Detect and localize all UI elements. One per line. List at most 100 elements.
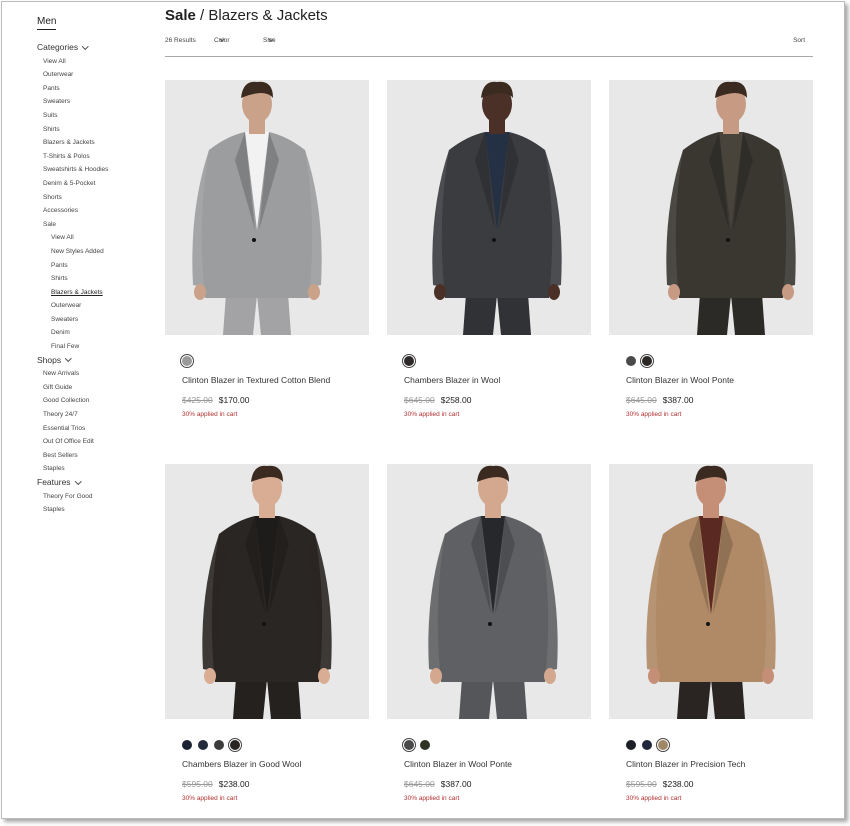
page-title: Sale / Blazers & Jackets [165,7,328,24]
product-card[interactable]: Chambers Blazer in Good Wool $595.00 $238.… [165,464,369,804]
features-toggle[interactable]: Features [37,476,157,490]
model-left-hand [204,668,216,684]
product-name[interactable]: Clinton Blazer in Precision Tech [626,759,745,769]
shop-link[interactable]: Essential Trios [37,422,157,436]
color-swatch[interactable] [227,737,243,753]
color-swatch[interactable] [401,353,417,369]
sale-category-link[interactable]: New Styles Added [37,245,157,259]
sale-category-link[interactable]: Sweaters [37,313,157,327]
color-swatch[interactable] [639,353,655,369]
sale-price: $170.00 [218,395,250,405]
category-link[interactable]: Shorts [37,191,157,205]
product-photo[interactable] [387,464,591,719]
sale-category-link[interactable]: Denim [37,326,157,340]
sidebar-heading[interactable]: Men [37,16,57,30]
color-swatch[interactable] [182,740,192,750]
color-swatch[interactable] [626,740,636,750]
product-image [387,80,591,335]
model-left-hand [668,284,680,300]
color-swatch[interactable] [642,740,652,750]
feature-link[interactable]: Staples [37,503,157,517]
categories-toggle[interactable]: Categories [37,41,157,55]
product-photo[interactable] [609,80,813,335]
sort-button[interactable]: Sort [793,37,805,44]
sale-category-link[interactable]: Outerwear [37,299,157,313]
sale-category-link[interactable]: View All [37,231,157,245]
product-image [165,80,369,335]
product-card[interactable]: Clinton Blazer in Textured Cotton Blend $… [165,80,369,420]
product-prices: $645.00 $258.00 [404,395,471,405]
category-link[interactable]: Denim & 5-Pocket [37,177,157,191]
shop-link[interactable]: Staples [37,462,157,476]
sidebar-nav: Men Categories View All Outerwear Pants Swe… [37,11,157,517]
color-swatch[interactable] [420,740,430,750]
model-left-hand [194,284,206,300]
color-swatch[interactable] [198,740,208,750]
product-card[interactable]: Clinton Blazer in Wool Ponte $645.00 $387.… [387,464,591,804]
model-jacket-button [252,238,256,242]
category-link[interactable]: Sweaters [37,95,157,109]
color-swatches [401,353,417,369]
sale-category-link[interactable]: Final Few [37,340,157,354]
product-name[interactable]: Clinton Blazer in Wool Ponte [404,759,512,769]
sale-category-link[interactable]: Blazers & Jackets [37,286,157,300]
color-swatch[interactable] [214,740,224,750]
color-swatch[interactable] [626,356,636,366]
shop-link[interactable]: Good Collection [37,394,157,408]
model-right-hand [762,668,774,684]
category-link[interactable]: Sweatshirts & Hoodies [37,163,157,177]
model-jacket-button [726,238,730,242]
product-card[interactable]: Clinton Blazer in Precision Tech $595.00 $… [609,464,813,804]
product-photo[interactable] [609,464,813,719]
original-price: $645.00 [404,779,435,789]
color-swatch[interactable] [401,737,417,753]
product-photo[interactable] [387,80,591,335]
category-link[interactable]: Sale [37,218,157,232]
feature-link[interactable]: Theory For Good [37,490,157,504]
product-name[interactable]: Chambers Blazer in Wool [404,375,500,385]
color-swatch[interactable] [179,353,195,369]
model-right-hand [782,284,794,300]
product-image [609,80,813,335]
product-card[interactable]: Chambers Blazer in Wool $645.00 $258.00 30%… [387,80,591,420]
shop-link[interactable]: Best Sellers [37,449,157,463]
color-swatch[interactable] [655,737,671,753]
header-divider [165,56,813,57]
color-swatches [626,737,671,753]
shop-link[interactable]: New Arrivals [37,367,157,381]
category-link[interactable]: Outerwear [37,68,157,82]
model-jacket-button [488,622,492,626]
shops-toggle[interactable]: Shops [37,354,157,368]
categories-label: Categories [37,42,79,52]
product-name[interactable]: Chambers Blazer in Good Wool [182,759,301,769]
product-photo[interactable] [165,80,369,335]
chevron-down-icon [82,42,89,49]
original-price: $645.00 [404,395,435,405]
shops-label: Shops [37,354,62,365]
shop-link[interactable]: Gift Guide [37,381,157,395]
product-card[interactable]: Clinton Blazer in Wool Ponte $645.00 $387.… [609,80,813,420]
sale-category-link[interactable]: Pants [37,259,157,273]
category-link[interactable]: Accessories [37,204,157,218]
color-swatches [626,353,655,369]
color-swatches [182,737,243,753]
product-name[interactable]: Clinton Blazer in Textured Cotton Blend [182,375,330,385]
category-link[interactable]: View All [37,55,157,69]
model-right-hand [548,284,560,300]
features-list: Theory For Good Staples [37,490,157,517]
chevron-down-icon [74,477,81,484]
promo-text: 30% applied in cart [404,795,460,802]
category-link[interactable]: Blazers & Jackets [37,136,157,150]
product-photo[interactable] [165,464,369,719]
title-sale: Sale [165,7,196,24]
sale-category-link[interactable]: Shirts [37,272,157,286]
category-link[interactable]: Pants [37,82,157,96]
category-link[interactable]: T-Shirts & Polos [37,150,157,164]
model-jacket-button [262,622,266,626]
category-link[interactable]: Suits [37,109,157,123]
sale-price: $238.00 [218,779,250,789]
product-name[interactable]: Clinton Blazer in Wool Ponte [626,375,734,385]
category-link[interactable]: Shirts [37,123,157,137]
shop-link[interactable]: Out Of Office Edit [37,435,157,449]
shop-link[interactable]: Theory 24/7 [37,408,157,422]
